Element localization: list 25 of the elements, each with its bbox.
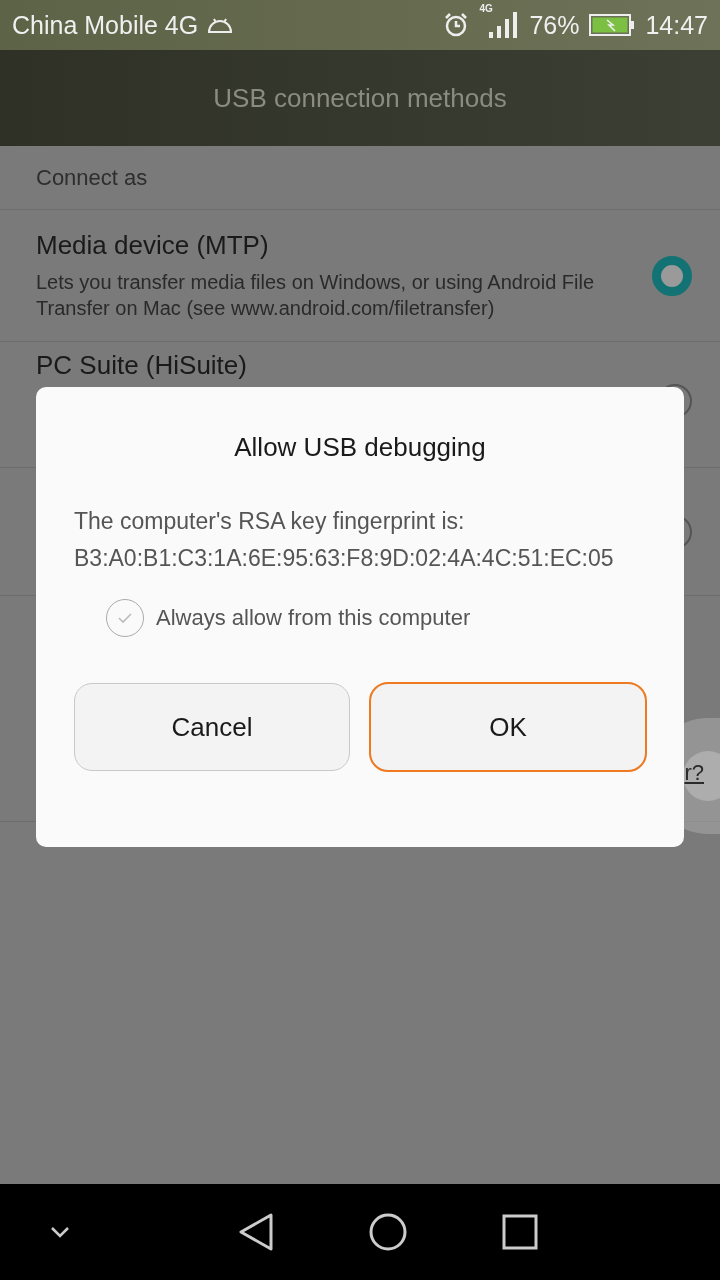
option-title: PC Suite (HiSuite): [36, 350, 247, 381]
screen-title: USB connection methods: [213, 82, 507, 114]
battery-percent: 76%: [529, 10, 580, 40]
carrier-label: China Mobile 4G: [12, 10, 199, 40]
dialog-title: Allow USB debugging: [233, 432, 487, 463]
back-icon: [238, 1212, 274, 1252]
checkbox-label: Always allow from this computer: [156, 605, 471, 631]
home-icon: [368, 1212, 408, 1252]
chevron-down-icon: [50, 1226, 70, 1238]
clock: 14:47: [645, 10, 708, 40]
option-row[interactable]: Media device (MTP) Lets you transfer media files on Windows, or using Android File Transfer on Mac (see www.android.com/filetransfer): [0, 210, 720, 342]
option-description: Lets you transfer media files on Windows, or using Android File Transfer on Mac (see www.android.com/filetransfer): [36, 270, 596, 321]
dialog-button[interactable]: Cancel: [74, 683, 350, 771]
android-icon: [206, 16, 235, 34]
signal-icon: [489, 12, 520, 38]
square-icon: [502, 1214, 538, 1250]
option-title: Media device (MTP): [36, 230, 270, 261]
help-link[interactable]: r?: [684, 760, 704, 786]
radio-button[interactable]: [652, 255, 692, 296]
section-header: Connect as: [0, 146, 720, 210]
dialog-message: The computer's RSA key fingerprint is:: [74, 507, 466, 536]
battery-icon: [589, 14, 636, 36]
network-label: 4G: [479, 3, 493, 14]
dialog-button[interactable]: OK: [370, 683, 646, 771]
fingerprint-text: B3:A0:B1:C3:1A:6E:95:63:F8:9D:02:4A:4C:51:EC:05: [74, 544, 615, 573]
